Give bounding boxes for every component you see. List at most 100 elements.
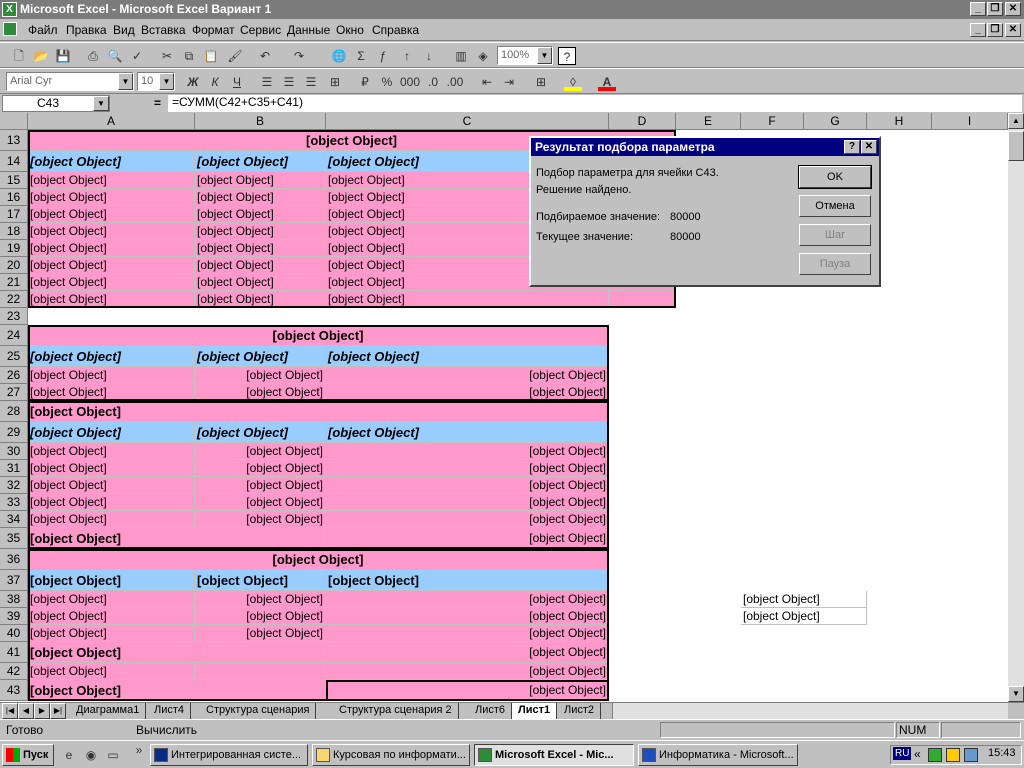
help-icon[interactable]: ? xyxy=(558,47,576,65)
cell[interactable] xyxy=(609,291,676,308)
data-cell[interactable]: [object Object] xyxy=(326,291,609,308)
data-cell[interactable]: [object Object] xyxy=(28,291,195,308)
data-cell[interactable]: [object Object] xyxy=(195,460,326,477)
sheet-tab-active[interactable]: Лист1 xyxy=(512,703,558,719)
horizontal-scrollbar[interactable] xyxy=(612,703,1008,719)
data-cell[interactable]: [object Object] xyxy=(28,477,195,494)
pause-button[interactable]: Пауза xyxy=(799,253,871,275)
fill-color-icon[interactable]: ◊ xyxy=(564,73,582,91)
header-cell[interactable]: [object Object] xyxy=(28,570,195,591)
formula-input[interactable]: =СУММ(C42+C35+C41) xyxy=(168,95,1022,112)
data-cell[interactable]: [object Object] xyxy=(326,608,609,625)
column-header[interactable]: B xyxy=(195,113,326,130)
data-cell[interactable]: [object Object] xyxy=(28,443,195,460)
row-header[interactable]: 24 xyxy=(0,325,28,346)
data-cell[interactable]: [object Object] xyxy=(195,511,326,528)
row-header[interactable]: 25 xyxy=(0,346,28,367)
data-cell[interactable]: [object Object] xyxy=(195,608,326,625)
doc-minimize-icon[interactable]: _ xyxy=(970,23,986,37)
menu-insert[interactable]: Вставка xyxy=(141,23,186,37)
data-cell[interactable]: [object Object] xyxy=(28,223,195,240)
thousands-icon[interactable]: 000 xyxy=(400,73,420,91)
save-icon[interactable]: 💾 xyxy=(54,47,72,65)
row-header[interactable]: 18 xyxy=(0,223,28,240)
row-header[interactable]: 39 xyxy=(0,608,28,625)
increase-indent-icon[interactable]: ⇥ xyxy=(500,73,518,91)
open-icon[interactable]: 📂 xyxy=(32,47,50,65)
sheet-tab[interactable]: Лист2 xyxy=(558,703,602,719)
align-left-icon[interactable]: ☰ xyxy=(258,73,276,91)
data-cell[interactable]: [object Object] xyxy=(195,291,326,308)
minimize-icon[interactable]: _ xyxy=(970,2,986,16)
redo-icon[interactable]: ↷ xyxy=(290,47,308,65)
data-cell[interactable]: [object Object] xyxy=(28,189,195,206)
row-header[interactable]: 35 xyxy=(0,528,28,549)
section-title[interactable]: [object Object] xyxy=(28,401,609,422)
function-icon[interactable]: ƒ xyxy=(374,47,392,65)
taskbar-item[interactable]: Курсовая по информати... xyxy=(312,744,470,766)
row-header[interactable]: 31 xyxy=(0,460,28,477)
row-header[interactable]: 13 xyxy=(0,130,28,151)
data-cell[interactable]: [object Object] xyxy=(28,460,195,477)
paste-icon[interactable]: 📋 xyxy=(202,47,220,65)
first-sheet-icon[interactable]: |◀ xyxy=(2,703,18,719)
chevron-down-icon[interactable]: ▼ xyxy=(93,96,109,111)
data-cell[interactable]: [object Object] xyxy=(28,384,195,401)
column-header[interactable]: F xyxy=(741,113,804,130)
data-cell[interactable]: [object Object] xyxy=(195,625,326,642)
data-cell[interactable]: [object Object] xyxy=(195,494,326,511)
row-header[interactable]: 20 xyxy=(0,257,28,274)
data-cell[interactable]: [object Object] xyxy=(326,511,609,528)
sort-asc-icon[interactable]: ↑ xyxy=(398,47,416,65)
row-header[interactable]: 15 xyxy=(0,172,28,189)
doc-close-icon[interactable]: ✕ xyxy=(1005,23,1021,37)
data-cell[interactable]: [object Object] xyxy=(195,274,326,291)
sheet-tab[interactable]: Структура сценария 2 xyxy=(333,703,459,719)
restore-icon[interactable]: ❐ xyxy=(987,2,1003,16)
menu-help[interactable]: Справка xyxy=(372,23,419,37)
menu-file[interactable]: Файл xyxy=(28,23,58,37)
tray-app-icon[interactable] xyxy=(928,748,942,762)
media-icon[interactable]: ◉ xyxy=(82,746,100,764)
section-title[interactable]: [object Object] xyxy=(28,549,609,570)
column-header[interactable]: A xyxy=(28,113,195,130)
last-sheet-icon[interactable]: ▶| xyxy=(50,703,66,719)
row-header[interactable]: 36 xyxy=(0,549,28,570)
data-cell[interactable]: [object Object] xyxy=(28,494,195,511)
header-cell[interactable]: [object Object] xyxy=(28,151,195,172)
data-cell[interactable]: [object Object] xyxy=(195,477,326,494)
row-header[interactable]: 43 xyxy=(0,680,28,701)
cancel-button[interactable]: Отмена xyxy=(799,195,871,217)
data-cell[interactable]: [object Object] xyxy=(28,206,195,223)
column-header[interactable]: G xyxy=(804,113,867,130)
data-cell[interactable]: [object Object] xyxy=(195,384,326,401)
data-cell[interactable]: [object Object] xyxy=(28,274,195,291)
header-cell[interactable]: [object Object] xyxy=(195,346,326,367)
decrease-decimal-icon[interactable]: .00 xyxy=(446,73,464,91)
total-label[interactable]: [object Object] xyxy=(28,528,326,549)
drawing-icon[interactable]: ◈ xyxy=(474,47,492,65)
data-cell[interactable]: [object Object] xyxy=(326,384,609,401)
row-header[interactable]: 32 xyxy=(0,477,28,494)
total-value[interactable]: [object Object] xyxy=(326,663,609,680)
step-button[interactable]: Шаг xyxy=(799,224,871,246)
scroll-thumb[interactable] xyxy=(1008,131,1024,161)
underline-icon[interactable]: Ч xyxy=(228,73,246,91)
sheet-tab[interactable]: Диаграмма1 xyxy=(70,703,147,719)
chevron-down-icon[interactable]: ▼ xyxy=(537,47,552,64)
chevron-down-icon[interactable]: ▼ xyxy=(159,73,174,90)
sort-desc-icon[interactable]: ↓ xyxy=(420,47,438,65)
header-cell[interactable]: [object Object] xyxy=(326,422,609,443)
menu-edit[interactable]: Правка xyxy=(66,23,107,37)
total-label[interactable]: [object Object] xyxy=(28,680,326,701)
scroll-up-icon[interactable]: ▲ xyxy=(1008,113,1024,129)
clock[interactable]: 15:43 xyxy=(988,747,1016,759)
data-cell[interactable]: [object Object] xyxy=(195,367,326,384)
row-header[interactable]: 40 xyxy=(0,625,28,642)
tray-expand-icon[interactable]: « xyxy=(914,747,921,761)
column-header[interactable]: I xyxy=(932,113,1008,130)
print-icon[interactable]: ⎙ xyxy=(84,47,102,65)
column-header[interactable]: D xyxy=(609,113,676,130)
row-header[interactable]: 22 xyxy=(0,291,28,308)
sheet-tab[interactable]: Лист4 xyxy=(148,703,192,719)
